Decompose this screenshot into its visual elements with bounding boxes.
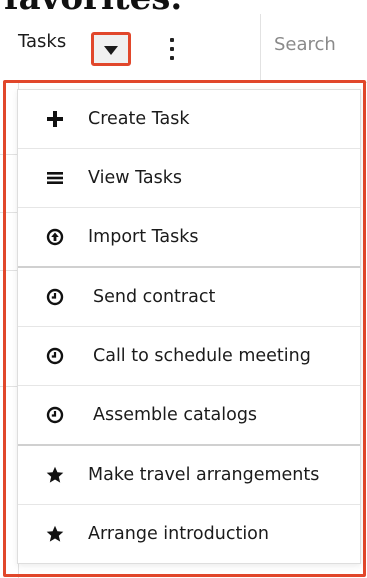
more-options-icon[interactable] (168, 38, 176, 60)
plus-icon (46, 110, 64, 128)
recent-task-item[interactable]: Call to schedule meeting (18, 327, 360, 386)
menu-item-label: Make travel arrangements (88, 465, 320, 485)
menu-item-label: Create Task (88, 109, 190, 129)
menu-item-create-task[interactable]: Create Task (18, 90, 360, 149)
star-icon (46, 466, 64, 484)
menu-item-label: Send contract (93, 287, 216, 307)
favorite-task-item[interactable]: Make travel arrangements (18, 446, 360, 505)
menu-item-view-tasks[interactable]: View Tasks (18, 149, 360, 208)
tasks-module-tab[interactable]: Tasks (18, 26, 66, 56)
menu-item-label: Arrange introduction (88, 524, 269, 544)
recent-task-item[interactable]: Assemble catalogs (18, 386, 360, 446)
search-input[interactable]: Search (274, 34, 336, 55)
list-icon (46, 169, 64, 187)
tasks-dropdown-menu: Create Task View Tasks Import Tasks Send… (17, 89, 361, 564)
clock-icon (46, 288, 64, 306)
import-icon (46, 228, 64, 246)
menu-item-import-tasks[interactable]: Import Tasks (18, 208, 360, 268)
tasks-tab-label: Tasks (18, 30, 67, 52)
menu-item-label: View Tasks (88, 168, 182, 188)
menu-item-label: Call to schedule meeting (93, 346, 311, 366)
caret-down-icon (104, 40, 118, 59)
recent-task-item[interactable]: Send contract (18, 268, 360, 327)
menu-item-label: Import Tasks (88, 227, 199, 247)
star-icon (46, 525, 64, 543)
clock-icon (46, 347, 64, 365)
clock-icon (46, 406, 64, 424)
menu-item-label: Assemble catalogs (93, 405, 258, 425)
tasks-dropdown-toggle[interactable] (91, 32, 131, 66)
nav-divider (260, 14, 261, 82)
favorite-task-item[interactable]: Arrange introduction (18, 505, 360, 563)
